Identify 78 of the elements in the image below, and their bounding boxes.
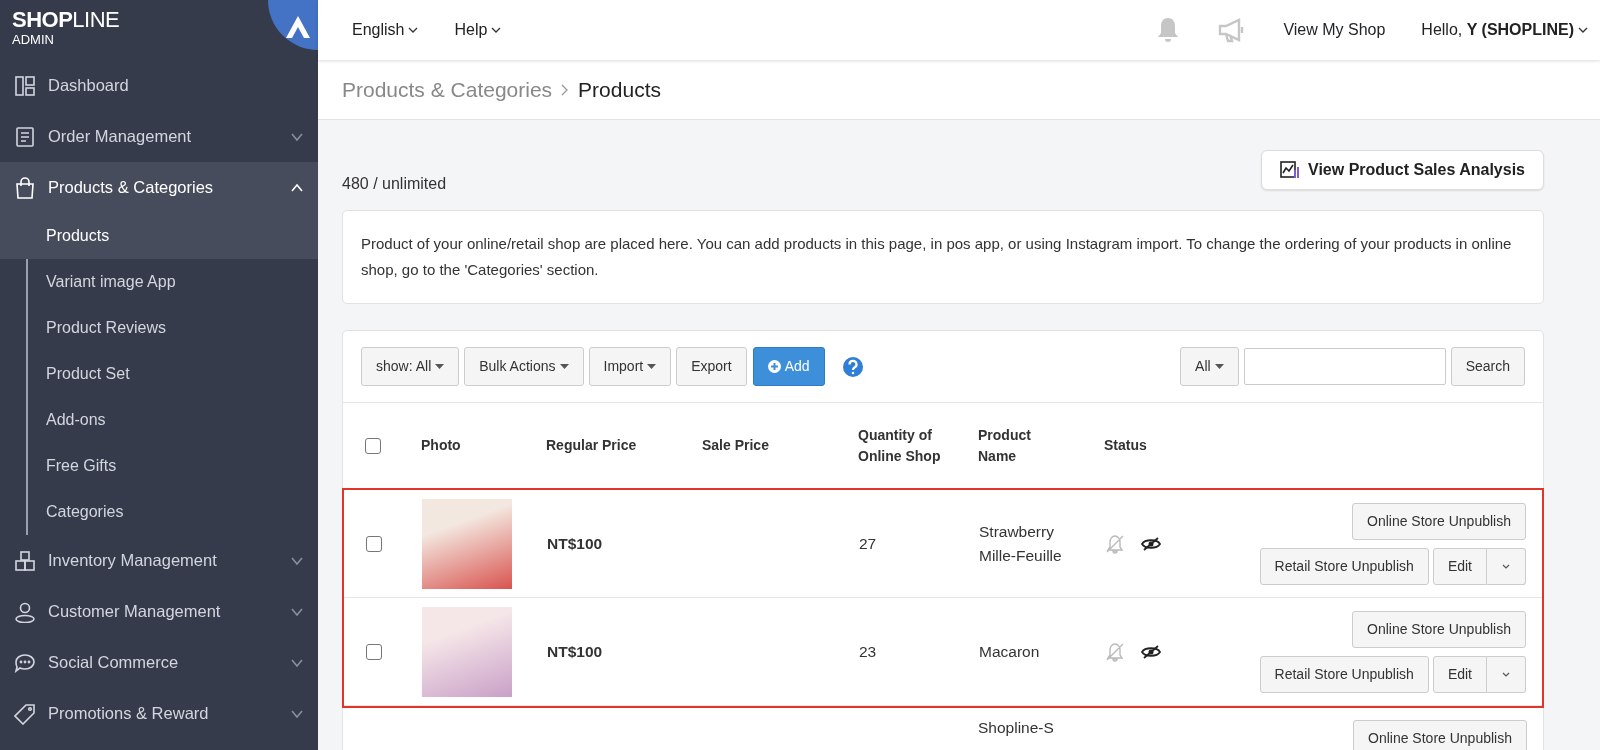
column-header: Photo [421,436,462,455]
eye-slash-icon [1141,643,1161,660]
product-name: Shopline-S [978,718,1055,738]
topbar-menu[interactable]: Help [454,18,502,42]
dropdown-button[interactable]: show: All [361,347,460,386]
caret-down-icon [647,363,657,370]
dropdown-button[interactable]: Import [588,347,672,386]
unpublish-button[interactable]: Retail Store Unpublish [1259,547,1429,585]
sidebar-subitem[interactable]: Add-ons [0,397,318,443]
search-button[interactable]: Search [1450,347,1525,386]
price-text: NT$100 [547,533,604,554]
bell-slash-icon [1105,641,1125,662]
product-count: 480 / unlimited [342,174,447,194]
chevron-down-icon [1578,25,1588,35]
sidebar-subitem[interactable]: Variant image App [0,259,318,305]
sidebar-item[interactable]: Customer Management [0,586,318,637]
edit-button[interactable]: Edit [1432,547,1487,585]
unpublish-button[interactable]: Online Store Unpublish [1352,610,1526,648]
column-header: Product Name [978,425,1032,466]
chevron-down-icon [491,25,502,35]
dropdown-toggle-button[interactable] [1487,547,1526,585]
price-text: NT$100 [547,641,604,662]
unpublish-button[interactable]: Online Store Unpublish [1352,502,1526,540]
edit-button[interactable]: Edit [1432,655,1487,693]
column-header: Quantity of Online Shop [858,425,942,466]
eye-slash-icon [1141,535,1161,552]
sidebar-subitem[interactable]: Product Set [0,351,318,397]
sidebar-item[interactable]: Inventory Management [0,535,318,586]
unpublish-button[interactable]: Retail Store Unpublish [1259,655,1429,693]
bell-slash-icon [1105,533,1125,554]
view-shop-link[interactable]: View My Shop [1283,18,1386,42]
caret-down-icon [435,363,445,370]
quantity-text: 23 [859,641,878,662]
sales-analysis-button[interactable]: View Product Sales Analysis [1261,150,1544,190]
dropdown-toggle-button[interactable] [1487,655,1526,693]
column-header: Status [1104,436,1148,455]
sidebar-item[interactable]: Order Management [0,111,318,162]
dashboard-icon [14,74,36,97]
checkbox[interactable] [365,437,381,454]
search-field[interactable] [1243,348,1446,385]
sidebar-subitem[interactable]: Product Reviews [0,305,318,351]
help-icon [841,355,864,378]
sidebar-item[interactable]: Social Commerce [0,637,318,688]
checkbox[interactable] [366,643,382,660]
checkbox[interactable] [366,535,382,552]
chat-bubble-icon [14,651,36,674]
boxes-icon [14,549,36,572]
sidebar-subitem[interactable]: Free Gifts [0,443,318,489]
person-icon [14,600,36,623]
sidebar-item[interactable]: Products & Categories [0,162,318,213]
chart-icon [1280,161,1300,179]
breadcrumb-current: Products [578,76,661,103]
dropdown-button[interactable]: Bulk Actions [464,347,584,386]
brand-logo: SHOPLINE [12,9,120,31]
caret-down-icon [1214,363,1224,370]
info-notice: Product of your online/retail shop are placed here. You can add products in this page, in pos app, or using Instagram import. To change the ordering of your products in online shop, go to the 'Categories' section. [342,210,1544,304]
product-name: Strawberry Mille-Feuille [979,521,1063,566]
sidebar-item[interactable]: Dashboard [0,60,318,111]
caret-down-icon [559,363,569,370]
user-menu[interactable]: Hello, Y (SHOPLINE) [1421,18,1588,42]
product-name: Macaron [979,641,1041,662]
filter-dropdown[interactable]: All [1180,347,1239,386]
column-header: Regular Price [546,436,638,455]
breadcrumb-link[interactable]: Products & Categories [342,73,553,106]
document-icon [14,125,36,148]
quantity-text: 27 [859,533,878,554]
toolbar-button[interactable]: Export [676,347,747,386]
sidebar-subitem[interactable]: Products [0,213,318,259]
sidebar-item[interactable]: Promotions & Reward [0,688,318,739]
logo-subtitle: ADMIN [12,33,54,46]
chevron-down-icon [408,25,419,35]
unpublish-button[interactable]: Online Store Unpublish [1353,720,1527,750]
column-header: Sale Price [702,436,770,455]
topbar-menu[interactable]: English [352,18,419,42]
shopping-bag-icon [14,176,36,199]
plus-circle-icon [767,360,781,373]
sidebar-subitem[interactable]: Categories [0,489,318,535]
tag-icon [14,702,36,725]
